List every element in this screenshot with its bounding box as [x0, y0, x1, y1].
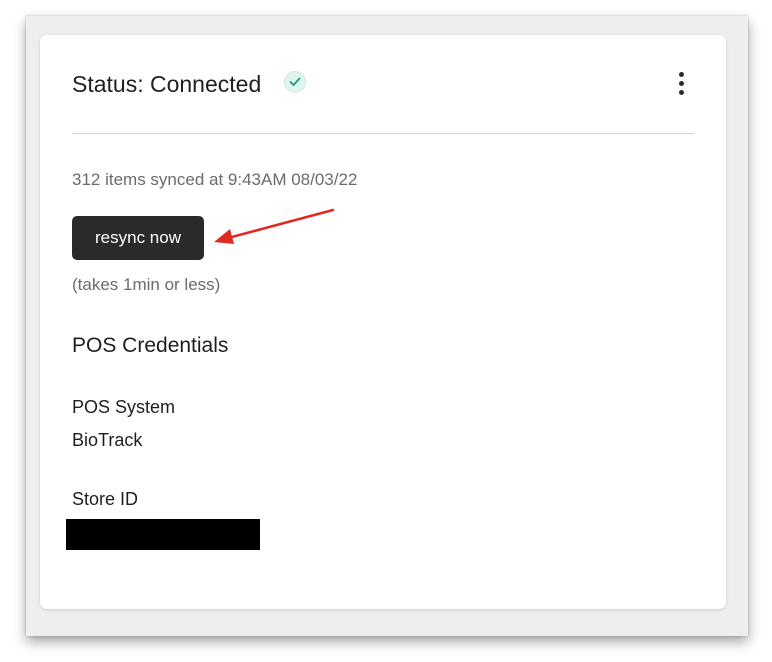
screenshot-frame: Status: Connected 312 items synced at 9:… — [26, 16, 748, 636]
pos-credentials-heading: POS Credentials — [72, 334, 229, 357]
red-arrow-icon — [214, 208, 335, 244]
status-title: Status: Connected — [72, 71, 262, 97]
sync-status-text: 312 items synced at 9:43AM 08/03/22 — [72, 170, 358, 189]
resync-now-button[interactable]: resync now — [72, 216, 204, 260]
kebab-menu-icon[interactable] — [670, 71, 694, 97]
store-id-redacted — [66, 519, 260, 550]
store-id-label: Store ID — [72, 489, 139, 509]
divider — [72, 133, 694, 134]
pos-system-value: BioTrack — [72, 430, 143, 450]
connection-status-card: Status: Connected 312 items synced at 9:… — [40, 35, 726, 609]
pos-system-label: POS System — [72, 397, 176, 417]
check-circle-icon — [284, 71, 306, 93]
resync-duration-note: (takes 1min or less) — [72, 275, 221, 294]
